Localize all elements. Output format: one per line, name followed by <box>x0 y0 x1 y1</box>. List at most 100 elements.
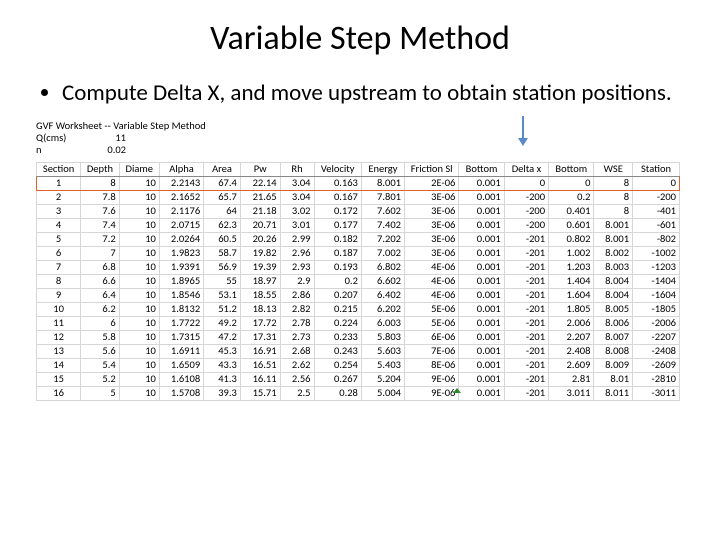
cell: -2207 <box>633 330 680 344</box>
cell: 10 <box>119 204 159 218</box>
cell: 8 <box>37 274 81 288</box>
cell: 0.193 <box>314 260 361 274</box>
cell: 0.001 <box>459 316 504 330</box>
cell: 3 <box>37 204 81 218</box>
cell: 1.7722 <box>159 316 203 330</box>
cell: 20.71 <box>240 218 280 232</box>
cell: 11 <box>37 316 81 330</box>
bullet-item: Compute Delta X, and move upstream to ob… <box>62 79 680 108</box>
cell: 0.224 <box>314 316 361 330</box>
cell: 6.4 <box>81 288 120 302</box>
cell: 8.004 <box>594 274 633 288</box>
cell: 7 <box>81 246 120 260</box>
cell: 1.604 <box>549 288 594 302</box>
cell: 2.9 <box>280 274 314 288</box>
cell: 0.163 <box>314 176 361 190</box>
cell: 3.04 <box>280 190 314 204</box>
cell: 3.01 <box>280 218 314 232</box>
table-row: 57.2102.026460.520.262.990.1827.2023E-06… <box>37 232 680 246</box>
cell: 5.803 <box>361 330 404 344</box>
cell: 0.267 <box>314 372 361 386</box>
cell: 0.001 <box>459 232 504 246</box>
table-row: 37.6102.11766421.183.020.1727.6023E-060.… <box>37 204 680 218</box>
cell: 0.001 <box>459 274 504 288</box>
cell: 0.243 <box>314 344 361 358</box>
cell: 5 <box>37 232 81 246</box>
cell: 5.403 <box>361 358 404 372</box>
arrow-down-icon <box>516 116 530 146</box>
cell: -201 <box>504 260 548 274</box>
cell: 0 <box>549 176 594 190</box>
cell: 7.402 <box>361 218 404 232</box>
cell: 5.204 <box>361 372 404 386</box>
cell: 9E-06 <box>404 372 458 386</box>
cell: 3E-06 <box>404 232 458 246</box>
cell: 2.82 <box>280 302 314 316</box>
cell: 0.001 <box>459 358 504 372</box>
cell: 1.805 <box>549 302 594 316</box>
cell: 8.001 <box>594 232 633 246</box>
cell: 0.187 <box>314 246 361 260</box>
cell: 0.001 <box>459 176 504 190</box>
cell: 5E-06 <box>404 302 458 316</box>
cell: 3.04 <box>280 176 314 190</box>
cell: 20.26 <box>240 232 280 246</box>
cell: 0.254 <box>314 358 361 372</box>
cell: -2408 <box>633 344 680 358</box>
n-value: 0.02 <box>86 144 126 156</box>
cell: 58.7 <box>204 246 241 260</box>
cell: 2.1176 <box>159 204 203 218</box>
cell: 1.404 <box>549 274 594 288</box>
cell: 10 <box>119 302 159 316</box>
cell: 6.6 <box>81 274 120 288</box>
cell: 0.001 <box>459 204 504 218</box>
cell: 45.3 <box>204 344 241 358</box>
cell: 0.001 <box>459 372 504 386</box>
cell: 8 <box>594 176 633 190</box>
col-header: Diame <box>119 162 159 176</box>
cell: 10 <box>119 190 159 204</box>
cell: 10 <box>119 260 159 274</box>
cell: 5.4 <box>81 358 120 372</box>
cell: 0.001 <box>459 288 504 302</box>
cell: 5.2 <box>81 372 120 386</box>
col-header: Energy <box>361 162 404 176</box>
cell: -201 <box>504 274 548 288</box>
cell: -200 <box>633 190 680 204</box>
cell: 2.62 <box>280 358 314 372</box>
cell: 10 <box>119 218 159 232</box>
cell: 8.011 <box>594 386 633 400</box>
cell: 0 <box>504 176 548 190</box>
col-header: Station <box>633 162 680 176</box>
cell: 17.72 <box>240 316 280 330</box>
cell: 2.207 <box>549 330 594 344</box>
cell: 0.172 <box>314 204 361 218</box>
cell: 55 <box>204 274 241 288</box>
cell: 0.167 <box>314 190 361 204</box>
cell: 4E-06 <box>404 288 458 302</box>
cell: 1.6108 <box>159 372 203 386</box>
cell: 10 <box>119 176 159 190</box>
cell: 4 <box>37 218 81 232</box>
table-row: 135.6101.691145.316.912.680.2435.6037E-0… <box>37 344 680 358</box>
cell: -2006 <box>633 316 680 330</box>
cell: 49.2 <box>204 316 241 330</box>
col-header: Bottom <box>549 162 594 176</box>
cell: 60.5 <box>204 232 241 246</box>
header-row: SectionDepthDiameAlphaAreaPwRhVelocityEn… <box>37 162 680 176</box>
col-header: WSE <box>594 162 633 176</box>
cell: 7.002 <box>361 246 404 260</box>
cell: 5.8 <box>81 330 120 344</box>
cell: 1.002 <box>549 246 594 260</box>
cell: -802 <box>633 232 680 246</box>
cell: 8E-06 <box>404 358 458 372</box>
cell: 8.004 <box>594 288 633 302</box>
cell: 2.0264 <box>159 232 203 246</box>
cell: 6.2 <box>81 302 120 316</box>
cell: 53.1 <box>204 288 241 302</box>
cell: 7 <box>37 260 81 274</box>
cell: 16 <box>37 386 81 400</box>
cell: -201 <box>504 246 548 260</box>
cell: 47.2 <box>204 330 241 344</box>
cell: 8 <box>81 176 120 190</box>
